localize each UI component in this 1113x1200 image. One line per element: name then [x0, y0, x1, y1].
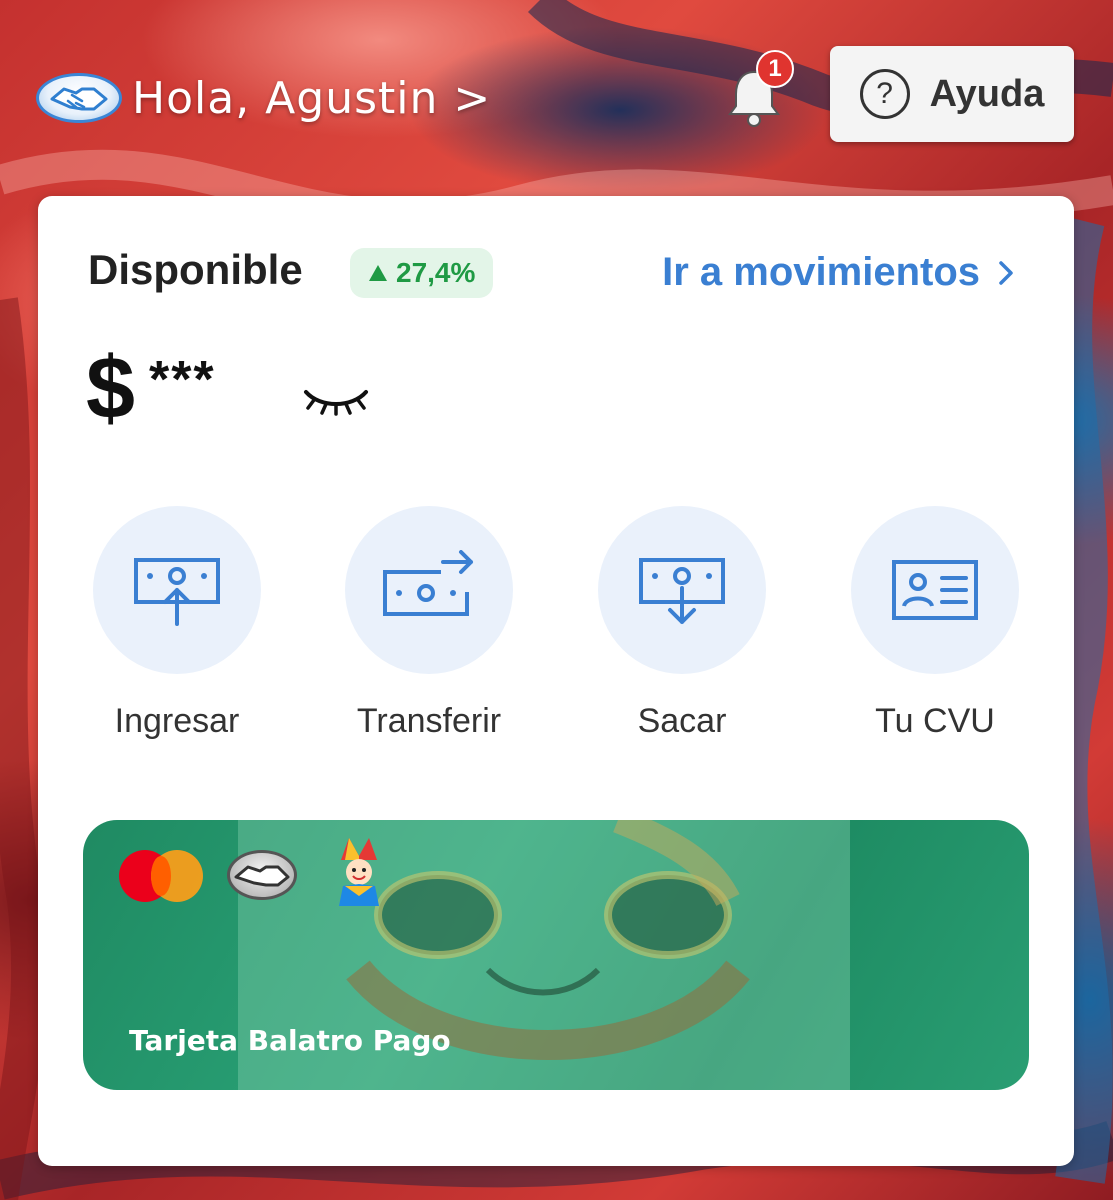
action-label: Ingresar	[114, 702, 240, 740]
deposit-icon	[93, 506, 261, 674]
arrow-up-icon	[369, 265, 387, 281]
question-icon: ?	[859, 69, 910, 119]
action-sacar[interactable]: Sacar	[598, 506, 766, 741]
help-label: Ayuda	[929, 72, 1045, 115]
action-transferir[interactable]: Transferir	[345, 506, 513, 741]
change-percent: 27,4%	[396, 257, 476, 288]
transfer-icon	[345, 506, 513, 674]
action-label: Sacar	[637, 702, 727, 740]
id-card-icon	[851, 506, 1019, 674]
balance-masked: ***	[148, 351, 216, 409]
greeting-text: Hola, Agustin >	[132, 72, 492, 124]
payment-card[interactable]: Tarjeta Balatro Pago	[83, 820, 1029, 1090]
action-label: Tu CVU	[875, 702, 995, 740]
help-button[interactable]: ? Ayuda	[830, 46, 1074, 142]
balance: $ ***	[86, 344, 216, 432]
notification-badge: 1	[756, 50, 794, 88]
handshake-logo-icon	[36, 73, 122, 123]
mastercard-logo-icon	[119, 850, 203, 902]
currency-symbol: $	[86, 338, 135, 437]
change-badge: 27,4%	[350, 248, 494, 298]
withdraw-icon	[598, 506, 766, 674]
jester-icon	[339, 838, 379, 906]
movements-link-label: Ir a movimientos	[662, 250, 980, 294]
handshake-logo-icon	[227, 850, 297, 900]
available-label: Disponible	[88, 246, 303, 293]
movements-link[interactable]: Ir a movimientos	[662, 250, 1014, 295]
account-card: Disponible 27,4% Ir a movimientos $ *** …	[38, 196, 1074, 1166]
action-label: Transferir	[356, 702, 502, 740]
card-name: Tarjeta Balatro Pago	[129, 1024, 451, 1057]
greeting-link[interactable]: Hola, Agustin >	[36, 70, 491, 126]
action-ingresar[interactable]: Ingresar	[93, 506, 261, 741]
action-tu-cvu[interactable]: Tu CVU	[851, 506, 1019, 741]
eye-closed-icon[interactable]	[300, 382, 372, 422]
chevron-right-icon	[999, 260, 1013, 285]
